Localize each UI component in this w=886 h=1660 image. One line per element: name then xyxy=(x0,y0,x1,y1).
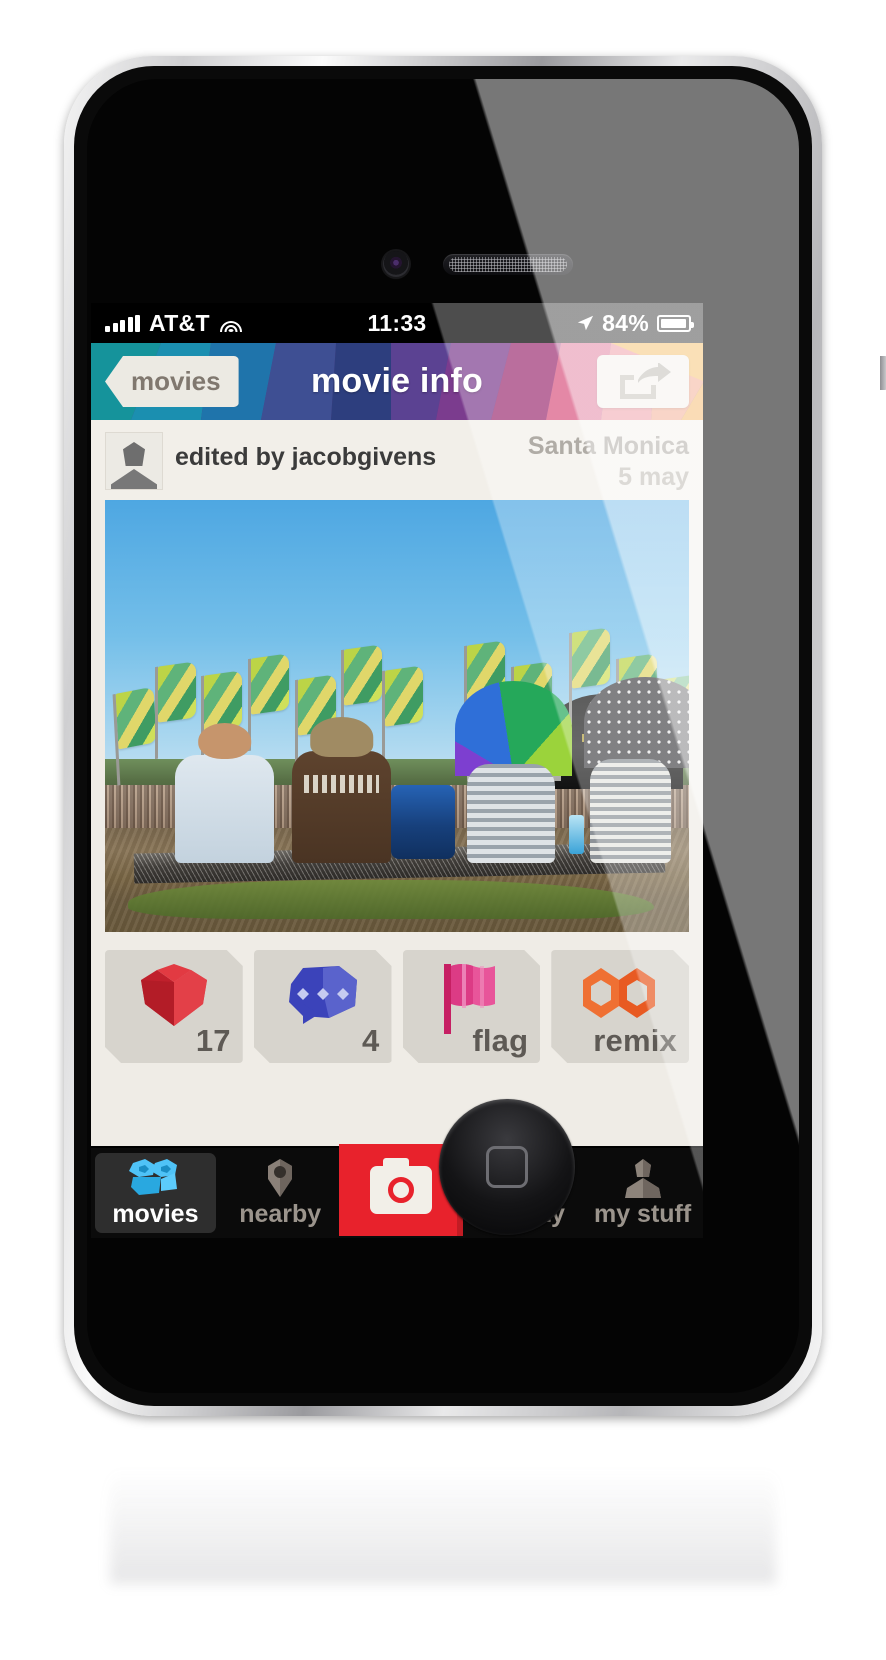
like-button[interactable]: 17 xyxy=(105,950,243,1063)
like-count-label: 17 xyxy=(195,1023,231,1058)
photo-flag xyxy=(572,626,611,689)
camera-lens-icon xyxy=(387,1177,414,1203)
user-avatar-icon xyxy=(123,442,145,466)
rainbow-umbrella xyxy=(455,681,573,777)
tab-my-stuff[interactable]: my stuff xyxy=(582,1148,703,1238)
status-bar-clock: 11:33 xyxy=(367,309,427,336)
screenshot-stage: AT&T 11:33 84% movies movie info edited … xyxy=(0,0,886,1660)
app-screen: AT&T 11:33 84% movies movie info edited … xyxy=(91,303,703,1238)
sim-tray xyxy=(880,356,886,390)
iphone-device: AT&T 11:33 84% movies movie info edited … xyxy=(64,56,886,1416)
home-square-icon xyxy=(486,1146,528,1188)
photo-flag xyxy=(344,644,383,706)
meta-right-block: Santa Monica 5 may xyxy=(528,432,689,492)
photo-meta-bar: edited by jacobgivens Santa Monica 5 may xyxy=(91,420,703,500)
date-label: 5 may xyxy=(618,463,689,491)
earpiece-speaker xyxy=(443,254,573,275)
avatar-body xyxy=(111,469,157,489)
flag-label: flag xyxy=(472,1023,529,1058)
polka-dot-umbrella xyxy=(583,677,689,768)
photo-person xyxy=(291,716,392,863)
photo-water-bottle xyxy=(569,815,585,855)
photo-container xyxy=(91,500,703,932)
avatar[interactable] xyxy=(105,432,163,490)
phone-bezel: AT&T 11:33 84% movies movie info edited … xyxy=(74,66,812,1406)
photo-person xyxy=(467,763,555,863)
comment-button[interactable]: 4 xyxy=(254,950,392,1063)
tab-bar: movies nearby my stuff xyxy=(91,1144,703,1238)
festival-photo[interactable] xyxy=(105,500,689,932)
comment-count-label: 4 xyxy=(362,1023,380,1058)
edited-by-label: edited by jacobgivens xyxy=(175,443,437,471)
photo-flag xyxy=(157,661,196,723)
photo-flag xyxy=(115,686,157,750)
device-reflection xyxy=(110,1424,776,1584)
status-bar: AT&T 11:33 84% xyxy=(91,303,703,343)
person-icon xyxy=(623,1158,663,1198)
remix-icon xyxy=(577,962,663,1029)
photo-backpack xyxy=(391,785,456,859)
remix-label: remix xyxy=(593,1023,677,1058)
tab-movies[interactable]: movies xyxy=(95,1153,216,1233)
photo-flag xyxy=(251,652,289,715)
share-button[interactable] xyxy=(597,355,689,408)
movie-camera-icon xyxy=(127,1158,183,1198)
battery-icon xyxy=(657,314,694,332)
photo-person xyxy=(175,722,275,863)
front-camera-icon xyxy=(383,251,409,277)
phone-glass: AT&T 11:33 84% movies movie info edited … xyxy=(87,79,799,1393)
share-icon xyxy=(620,362,671,399)
tab-my-stuff-label: my stuff xyxy=(593,1199,692,1228)
tab-movies-label: movies xyxy=(112,1199,199,1228)
action-button-row: 17 4 flag remix xyxy=(91,932,703,1063)
photo-person xyxy=(589,759,672,863)
tab-nearby-label: nearby xyxy=(239,1199,322,1228)
camera-icon xyxy=(369,1158,432,1214)
home-button[interactable] xyxy=(439,1099,575,1235)
map-pin-icon xyxy=(262,1158,298,1198)
nav-bar: movies movie info xyxy=(91,343,703,420)
photo-grass xyxy=(128,880,654,920)
location-label: Santa Monica xyxy=(527,432,689,460)
tab-nearby[interactable]: nearby xyxy=(220,1148,341,1238)
flag-button[interactable]: flag xyxy=(403,950,541,1063)
remix-button[interactable]: remix xyxy=(551,950,689,1063)
speech-bubble-icon xyxy=(283,962,363,1031)
photo-flag xyxy=(385,665,424,728)
